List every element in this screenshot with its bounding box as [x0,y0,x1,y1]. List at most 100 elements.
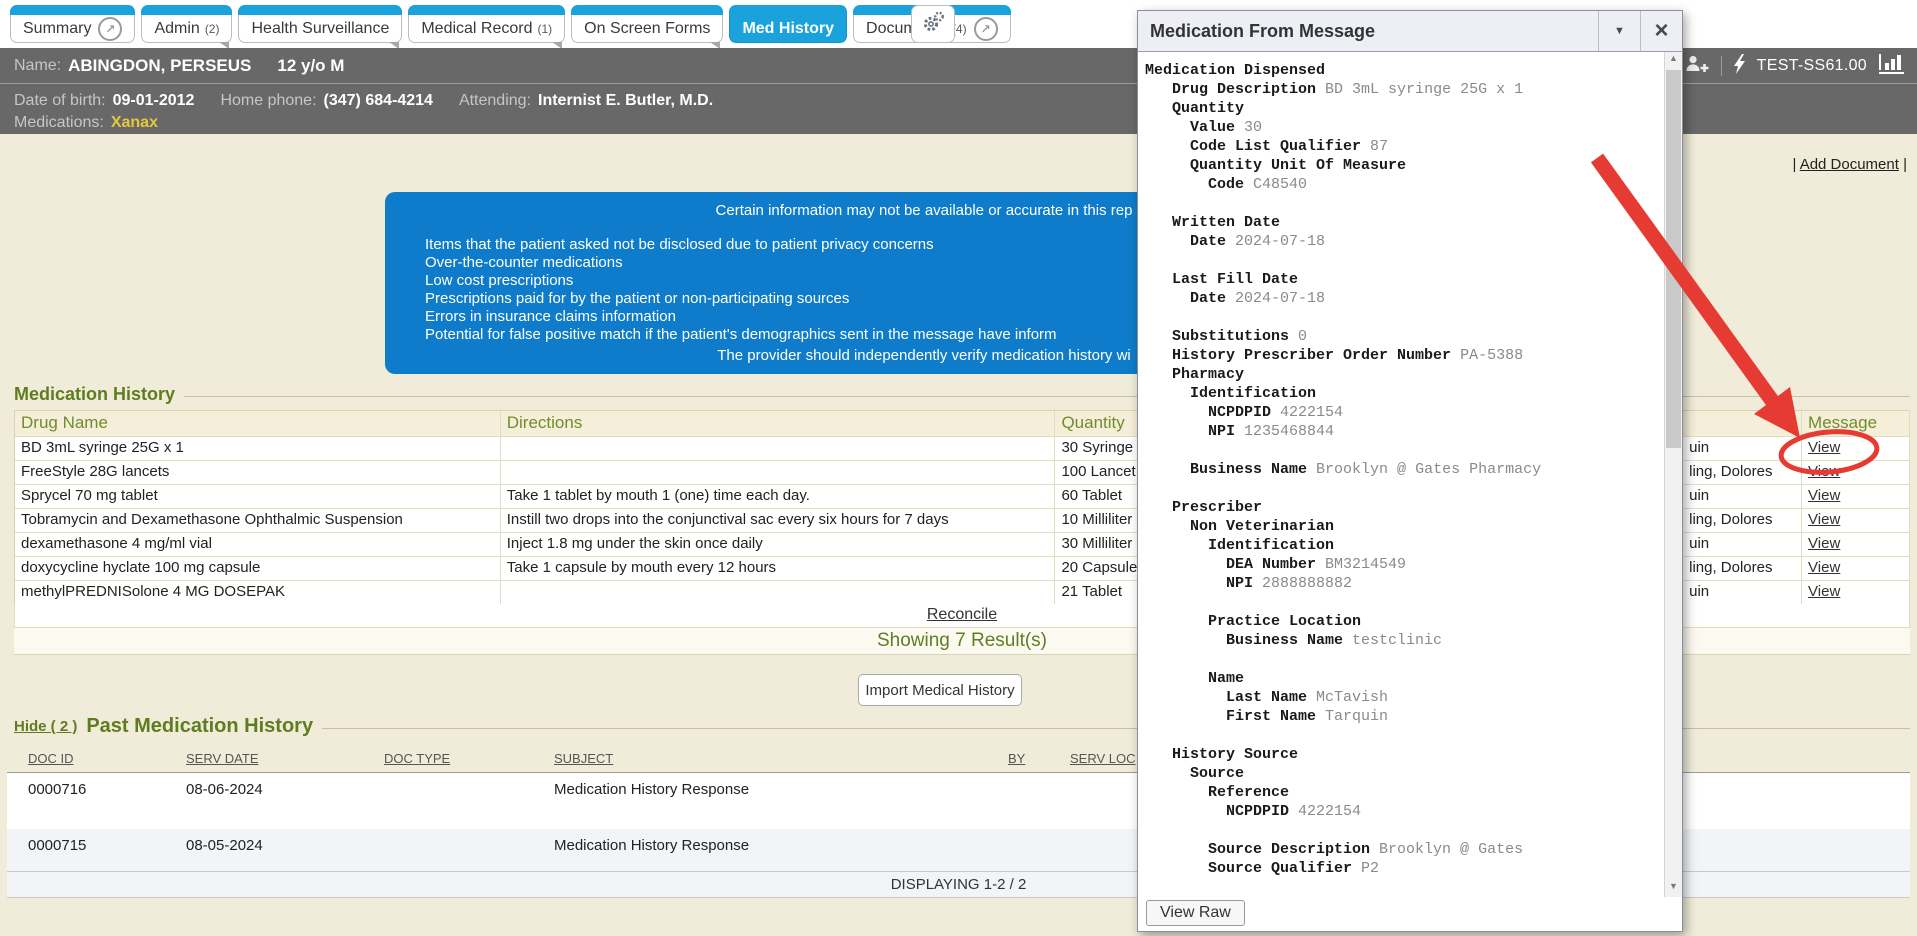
bar-chart-icon[interactable] [1878,53,1905,79]
scroll-up-icon[interactable]: ▲ [1665,53,1682,68]
add-document-link[interactable]: Add Document [1800,156,1899,173]
add-document: Add Document [1792,156,1907,173]
modal-line: Business Name testclinic [1142,631,1664,650]
field-label: Value [1190,119,1235,136]
tab-label: On Screen Forms [584,20,710,38]
field-label: Quantity [1172,100,1244,117]
field-label: Medication Dispensed [1145,62,1325,79]
directions-cell: Inject 1.8 mg under the skin once daily [501,533,1056,557]
hide-link[interactable]: Hide ( 2 ) [14,718,77,735]
message-cell: View [1802,509,1910,533]
field-label: Last Name [1226,689,1307,706]
field-value: 2888888882 [1262,575,1352,592]
modal-line: Drug Description BD 3mL syringe 25G x 1 [1142,80,1664,99]
patient-age-sex: 12 y/o M [277,56,344,76]
prescriber-fragment-cell: ling, Dolores [1683,557,1802,581]
column-header[interactable]: DOC ID [28,751,74,766]
patient-attending: Internist E. Butler, M.D. [538,92,713,110]
column-header[interactable]: DOC TYPE [384,751,450,766]
field-value: 2024-07-18 [1235,233,1325,250]
popup-arrow-icon[interactable]: ↗ [974,17,998,41]
modal-line: Pharmacy [1142,365,1664,384]
view-message-link[interactable]: View [1808,583,1840,600]
column-header[interactable]: SUBJECT [554,751,613,766]
lightning-icon[interactable] [1733,54,1746,79]
modal-line: DEA Number BM3214549 [1142,555,1664,574]
tab-summary[interactable]: Summary ↗ [10,5,135,43]
view-message-link[interactable]: View [1808,511,1840,528]
reconcile-link[interactable]: Reconcile [927,606,997,623]
close-button[interactable]: × [1640,11,1682,51]
directions-cell: Take 1 capsule by mouth every 12 hours [501,557,1056,581]
drug-name-cell: Sprycel 70 mg tablet [15,485,501,509]
column-header[interactable]: BY [1008,751,1025,766]
phone-label: Home phone: [220,92,316,110]
tab-admin[interactable]: Admin(2) [141,5,232,43]
field-label: NPI [1226,575,1253,592]
modal-line: Code List Qualifier 87 [1142,137,1664,156]
modal-line: Date 2024-07-18 [1142,232,1664,251]
column-header[interactable]: SERV LOC [1070,751,1136,766]
modal-scrollbar[interactable]: ▲ ▼ [1664,52,1682,897]
tab-on-screen-forms[interactable]: On Screen Forms [571,5,723,43]
scroll-down-icon[interactable]: ▼ [1665,881,1682,896]
modal-line: Medication Dispensed [1142,61,1664,80]
column-header[interactable]: SERV DATE [186,751,258,766]
view-message-link[interactable]: View [1808,463,1840,480]
modal-line: Last Fill Date [1142,270,1664,289]
field-label: Source Description [1208,841,1370,858]
modal-line: Prescriber [1142,498,1664,517]
tab-label: Summary [23,20,91,38]
column-header: Drug Name [15,411,501,437]
modal-line: Source Qualifier P2 [1142,859,1664,878]
tab-health-surveillance[interactable]: Health Surveillance [238,5,402,43]
tab-medical-record[interactable]: Medical Record(1) [408,5,565,43]
view-message-link[interactable]: View [1808,559,1840,576]
field-value: 87 [1370,138,1388,155]
field-label: Code List Qualifier [1190,138,1361,155]
modal-line: Written Date [1142,213,1664,232]
patient-dob: 09-01-2012 [113,92,195,110]
settings-button[interactable] [911,5,955,43]
directions-cell [501,437,1056,461]
field-value: Brooklyn @ Gates [1379,841,1523,858]
field-label: NCPDPID [1226,803,1289,820]
directions-cell [501,461,1056,485]
doc-id-cell: 0000716 [28,781,86,798]
name-label: Name: [14,57,61,75]
field-label: Date [1190,233,1226,250]
modal-line: Reference [1142,783,1664,802]
collapse-button[interactable]: ▼ [1598,11,1640,51]
scrollbar-thumb[interactable] [1666,70,1681,448]
modal-line [1142,194,1664,213]
field-label: Practice Location [1208,613,1361,630]
attending-label: Attending: [459,92,531,110]
view-raw-button[interactable]: View Raw [1146,900,1245,926]
view-message-link[interactable]: View [1808,439,1840,456]
chevron-down-icon: ▼ [1614,25,1625,37]
field-value: 2024-07-18 [1235,290,1325,307]
field-label: Substitutions [1172,328,1289,345]
modal-title-bar: Medication From Message ▼ × [1138,11,1682,52]
tab-label: Medical Record [421,20,532,38]
import-medical-history-button[interactable]: Import Medical History [858,674,1022,706]
field-value: BD 3mL syringe 25G x 1 [1325,81,1523,98]
view-message-link[interactable]: View [1808,487,1840,504]
modal-line: Date 2024-07-18 [1142,289,1664,308]
field-label: NPI [1208,423,1235,440]
popup-arrow-icon[interactable]: ↗ [98,17,122,41]
close-icon: × [1654,17,1668,45]
modal-line: Source [1142,764,1664,783]
tab-med-history[interactable]: Med History [729,5,847,43]
view-message-link[interactable]: View [1808,535,1840,552]
field-label: Pharmacy [1172,366,1244,383]
modal-line [1142,479,1664,498]
modal-line [1142,308,1664,327]
field-label: Prescriber [1172,499,1262,516]
serv-date-cell: 08-05-2024 [186,837,263,854]
modal-line [1142,650,1664,669]
field-label: Quantity Unit Of Measure [1190,157,1406,174]
field-value: testclinic [1352,632,1442,649]
subject-cell: Medication History Response [554,837,749,854]
add-person-icon[interactable] [1685,55,1710,78]
